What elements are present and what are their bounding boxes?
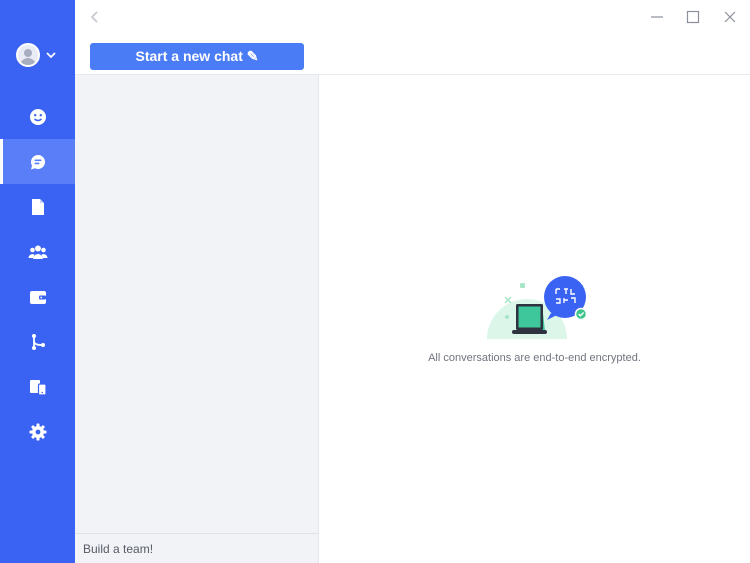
- maximize-icon[interactable]: [684, 8, 702, 26]
- sidebar-item-teams[interactable]: [0, 229, 75, 274]
- encrypted-laptop-illustration: [487, 276, 588, 339]
- branch-icon: [31, 333, 45, 350]
- conversation-list: Build a team!: [75, 75, 319, 563]
- sidebar-item-integrations[interactable]: [0, 319, 75, 364]
- minimize-icon[interactable]: [648, 8, 666, 26]
- sidebar-item-devices[interactable]: [0, 364, 75, 409]
- team-icon: [28, 245, 47, 259]
- chat-panel-empty-state: All conversations are end-to-end encrypt…: [319, 75, 750, 563]
- sidebar-item-settings[interactable]: [0, 409, 75, 454]
- encryption-message: All conversations are end-to-end encrypt…: [428, 352, 641, 364]
- document-icon: [31, 198, 44, 215]
- smiley-icon: [29, 108, 46, 125]
- sidebar-item-wallet[interactable]: [0, 274, 75, 319]
- devices-icon: [29, 379, 47, 396]
- build-team-link[interactable]: Build a team!: [75, 533, 319, 563]
- gear-icon: [29, 423, 46, 440]
- account-menu[interactable]: [16, 42, 64, 68]
- app-window: Start a new chat ✎ Build a team! All con…: [0, 0, 750, 563]
- top-bar: Start a new chat ✎: [75, 0, 750, 75]
- sidebar-item-chats[interactable]: [0, 139, 75, 184]
- back-arrow-icon[interactable]: [87, 9, 103, 25]
- close-icon[interactable]: [721, 8, 739, 26]
- chevron-down-icon[interactable]: [46, 50, 56, 60]
- sidebar-item-contacts[interactable]: [0, 94, 75, 139]
- left-rail: [0, 0, 75, 563]
- start-new-chat-button[interactable]: Start a new chat ✎: [90, 43, 304, 70]
- wallet-icon: [29, 290, 46, 304]
- avatar[interactable]: [16, 43, 40, 67]
- chat-bubble-icon: [30, 154, 45, 169]
- sidebar-item-files[interactable]: [0, 184, 75, 229]
